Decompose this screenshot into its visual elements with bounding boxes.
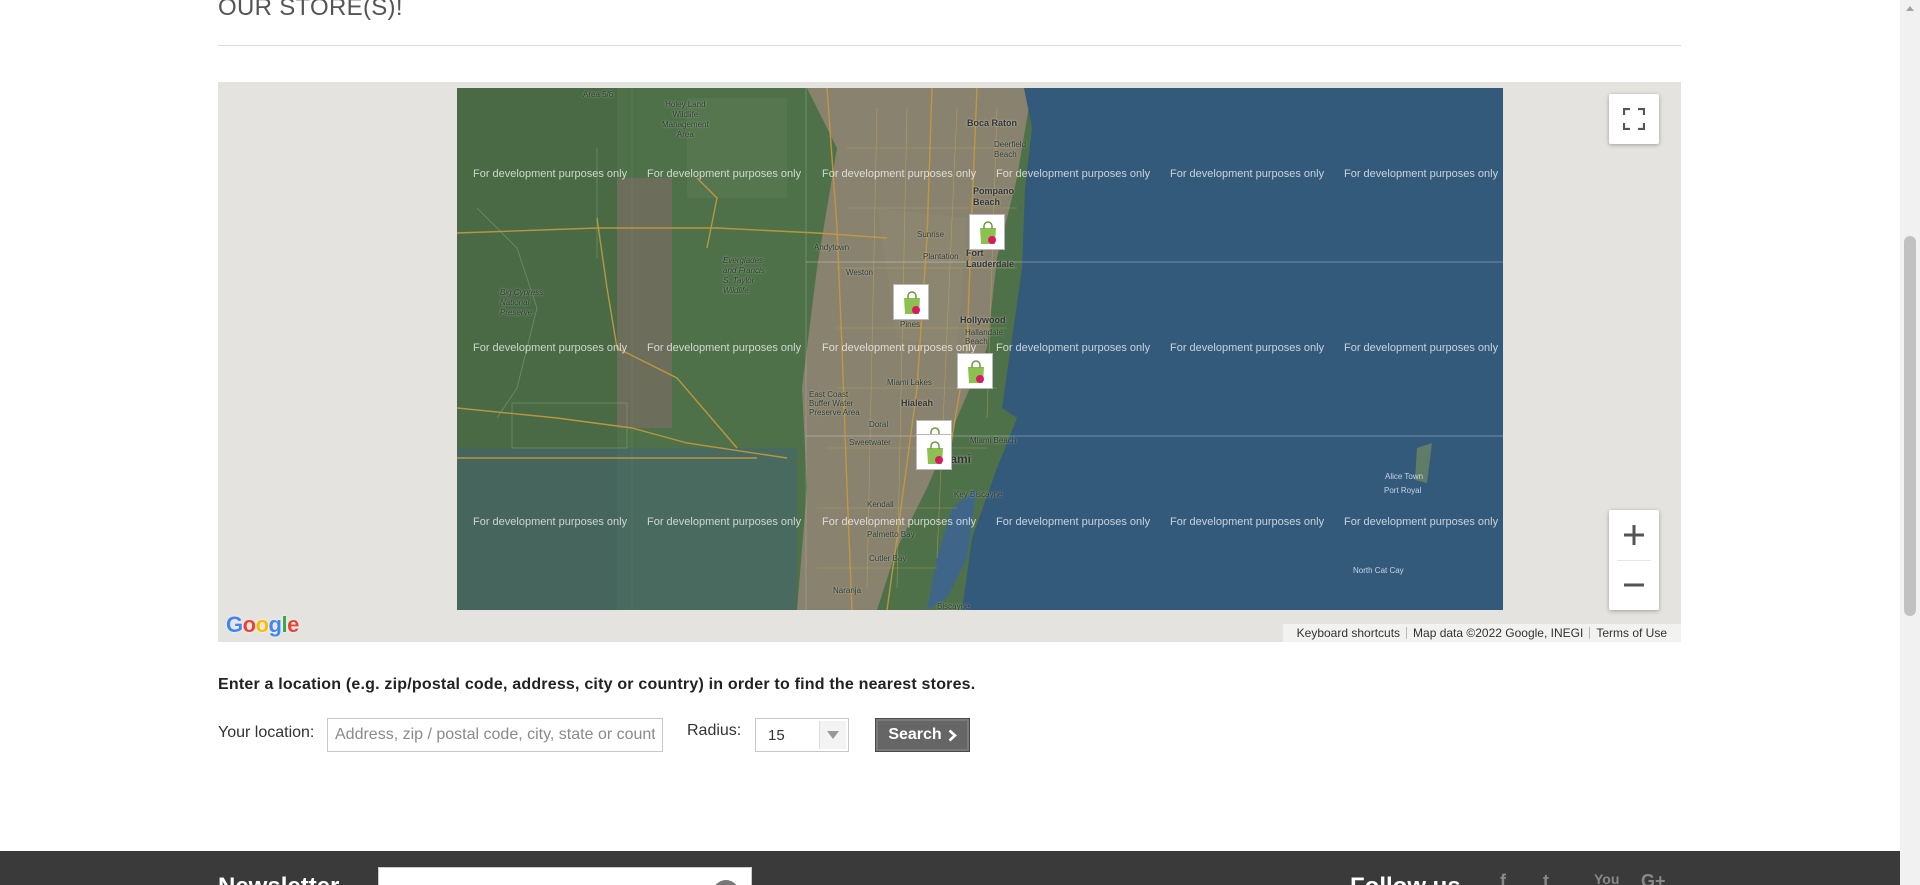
place-label: Biscayne	[937, 602, 970, 610]
place-label: East Coast Buffer Water Preserve Area	[809, 390, 860, 417]
location-input[interactable]	[327, 718, 663, 752]
dev-watermark: For development purposes only	[647, 342, 802, 354]
store-marker[interactable]	[916, 434, 952, 470]
page-title: OUR STORE(S)!	[218, 0, 403, 21]
footer: Newsletter Follow us f t You G+	[0, 851, 1900, 885]
zoom-control	[1609, 510, 1659, 610]
dev-watermark: For development purposes only	[647, 168, 802, 180]
place-label: Sweetwater	[849, 438, 891, 447]
place-label: Naranja	[833, 586, 862, 595]
dev-watermark: For development purposes only	[822, 516, 977, 528]
title-divider	[218, 45, 1681, 46]
page-scrollbar[interactable]	[1900, 0, 1920, 885]
plus-icon	[1624, 525, 1644, 545]
place-label: Fort Lauderdale	[966, 248, 1015, 269]
store-marker[interactable]	[969, 214, 1005, 250]
place-label: Miami Lakes	[887, 378, 932, 387]
radius-value: 15	[768, 727, 785, 744]
zoom-out-button[interactable]	[1609, 560, 1659, 610]
zoom-in-button[interactable]	[1609, 510, 1659, 560]
twitter-icon[interactable]: t	[1543, 871, 1549, 885]
place-label: Pines	[900, 320, 921, 329]
dev-watermark: For development purposes only	[1170, 516, 1325, 528]
place-label: Area 5/6	[583, 90, 614, 99]
fullscreen-icon	[1623, 108, 1645, 130]
facebook-icon[interactable]: f	[1500, 871, 1506, 885]
shopping-bag-icon	[904, 291, 920, 314]
place-label: Hallandale Beach	[965, 328, 1003, 346]
terms-of-use-link[interactable]: Terms of Use	[1590, 626, 1673, 640]
place-label: Pompano Beach	[973, 186, 1015, 207]
dev-watermark: For development purposes only	[1170, 342, 1325, 354]
google-logo[interactable]: Google	[226, 612, 299, 638]
search-button-label: Search	[888, 726, 942, 743]
place-label: North Cat Cay	[1353, 566, 1404, 575]
dev-watermark: For development purposes only	[647, 516, 802, 528]
google-plus-icon[interactable]: G+	[1641, 871, 1666, 885]
place-label: Hollywood	[960, 315, 1006, 325]
place-label: Cutler Bay	[869, 554, 907, 563]
place-label: Big Cypress National Preserve	[500, 288, 544, 317]
shopping-bag-icon	[927, 441, 943, 464]
chevron-down-icon	[819, 721, 846, 749]
newsletter-heading: Newsletter	[218, 873, 339, 885]
dev-watermark: For development purposes only	[1344, 342, 1499, 354]
place-label: Hialeah	[901, 398, 934, 408]
map-canvas[interactable]: For development purposes only For develo…	[457, 88, 1503, 610]
radius-select[interactable]: 15	[755, 718, 849, 752]
place-label: Holey Land Wildlife Management Area	[662, 100, 709, 139]
scroll-thumb[interactable]	[1904, 236, 1916, 616]
store-map[interactable]: For development purposes only For develo…	[218, 82, 1681, 642]
place-label: Palmetto Bay	[867, 530, 915, 539]
dev-watermark: For development purposes only	[1344, 516, 1499, 528]
dev-watermark: For development purposes only	[822, 342, 977, 354]
dev-watermark: For development purposes only	[996, 516, 1151, 528]
radius-label: Radius:	[687, 722, 742, 739]
place-label: Plantation	[923, 252, 959, 261]
zoom-divider	[1617, 560, 1651, 561]
place-label: Doral	[869, 420, 889, 429]
place-label: Deerfield Beach	[994, 140, 1027, 159]
place-label: Weston	[846, 268, 873, 277]
dev-watermark: For development purposes only	[473, 516, 628, 528]
follow-heading: Follow us	[1350, 873, 1461, 885]
dev-watermark: For development purposes only	[1170, 168, 1325, 180]
keyboard-shortcuts-link[interactable]: Keyboard shortcuts	[1291, 626, 1406, 640]
newsletter-submit-button[interactable]	[713, 880, 739, 885]
chevron-right-icon	[948, 729, 957, 741]
place-label: Kendall	[867, 500, 894, 509]
map-attribution: Keyboard shortcuts Map data ©2022 Google…	[1282, 624, 1681, 642]
store-marker[interactable]	[893, 284, 929, 320]
fullscreen-button[interactable]	[1609, 94, 1659, 144]
place-label: Alice Town	[1385, 472, 1424, 481]
search-button[interactable]: Search	[875, 718, 970, 752]
place-label: Miami Beach	[970, 436, 1017, 445]
store-marker[interactable]	[957, 353, 993, 389]
place-label: Everglades and Francis S. Taylor Wildlif…	[723, 256, 765, 295]
place-label: Key Biscayne	[954, 490, 1003, 499]
place-label: Andytown	[814, 243, 850, 252]
shopping-bag-icon	[968, 360, 984, 383]
minus-icon	[1624, 583, 1644, 587]
dev-watermark: For development purposes only	[996, 168, 1151, 180]
dev-watermark: For development purposes only	[1344, 168, 1499, 180]
place-label: Sunrise	[917, 230, 945, 239]
scroll-up-arrow[interactable]	[1900, 0, 1920, 17]
location-label: Your location:	[218, 724, 315, 741]
dev-watermark: For development purposes only	[996, 342, 1151, 354]
place-label: Boca Raton	[967, 118, 1018, 128]
youtube-icon[interactable]: You	[1594, 871, 1619, 885]
shopping-bag-icon	[980, 221, 996, 244]
search-instructions: Enter a location (e.g. zip/postal code, …	[218, 676, 976, 693]
dev-watermark: For development purposes only	[473, 168, 628, 180]
newsletter-input[interactable]	[378, 867, 752, 885]
map-data-text: Map data ©2022 Google, INEGI	[1413, 626, 1584, 640]
dev-watermark: For development purposes only	[473, 342, 628, 354]
dev-watermark: For development purposes only	[822, 168, 977, 180]
place-label: Port Royal	[1384, 486, 1422, 495]
